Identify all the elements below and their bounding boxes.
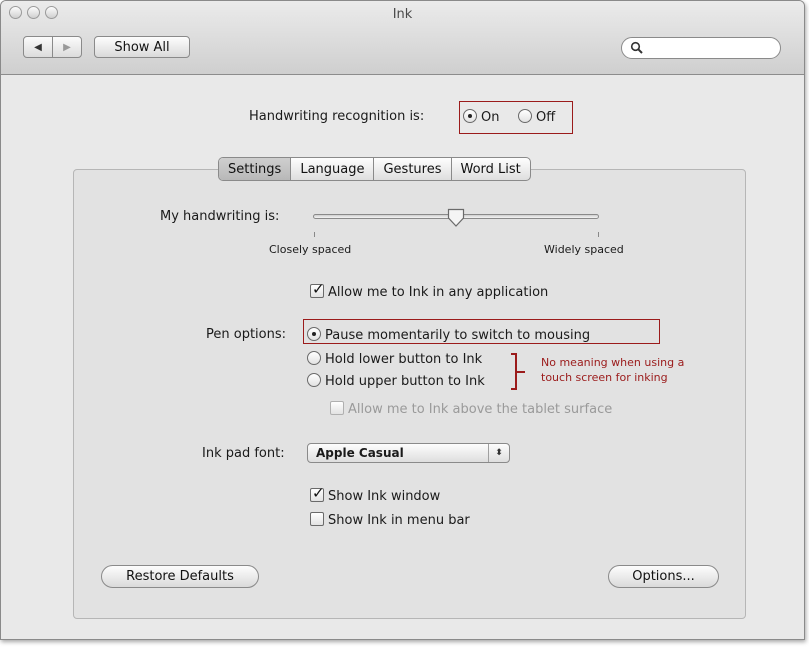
above-tablet-label: Allow me to Ink above the tablet surface — [348, 402, 613, 417]
annotation-note: No meaning when using a touch screen for… — [541, 355, 684, 385]
radio-unselected-icon — [307, 373, 321, 387]
checkbox-disabled-icon — [330, 401, 344, 415]
pen-options-label: Pen options: — [206, 327, 287, 342]
slider-knob[interactable] — [447, 208, 465, 228]
checkbox-unchecked-icon — [310, 512, 324, 526]
slider-tick-left — [314, 232, 315, 237]
annotation-bracket-bottom — [511, 388, 516, 390]
popup-arrows-icon: ⬍ — [488, 444, 509, 462]
ink-pad-font-popup[interactable]: Apple Casual ⬍ — [307, 443, 510, 463]
checkbox-checked-icon — [310, 280, 325, 298]
show-ink-menu-bar-label: Show Ink in menu bar — [328, 513, 470, 528]
back-arrow-icon[interactable]: ◀ — [24, 37, 52, 57]
tab-gestures[interactable]: Gestures — [373, 158, 450, 180]
annotation-bracket-pointer — [516, 371, 525, 373]
back-forward-control: ◀ ▶ — [23, 36, 82, 58]
show-ink-window-label: Show Ink window — [328, 489, 441, 504]
ink-pad-font-label: Ink pad font: — [202, 446, 285, 461]
checkbox-checked-icon — [310, 484, 325, 502]
recognition-label: Handwriting recognition is: — [249, 109, 425, 124]
pen-option-highlight-box — [303, 319, 660, 344]
preferences-content: Handwriting recognition is: On Off Setti… — [1, 75, 804, 639]
ink-pad-font-value: Apple Casual — [316, 446, 404, 460]
show-ink-menu-bar-checkbox[interactable]: Show Ink in menu bar — [310, 512, 470, 528]
annotation-bracket-top — [511, 353, 516, 355]
above-tablet-checkbox[interactable]: Allow me to Ink above the tablet surface — [330, 401, 612, 417]
search-icon — [630, 41, 644, 59]
allow-any-app-checkbox[interactable]: Allow me to Ink in any application — [310, 280, 549, 300]
tab-settings[interactable]: Settings — [219, 158, 291, 180]
title-bar: Ink ◀ ▶ Show All — [1, 1, 804, 75]
pen-option-upper-radio[interactable]: Hold upper button to Ink — [307, 373, 485, 389]
restore-defaults-button[interactable]: Restore Defaults — [101, 565, 259, 588]
slider-left-label: Closely spaced — [269, 243, 352, 256]
tab-language[interactable]: Language — [290, 158, 373, 180]
forward-arrow-icon[interactable]: ▶ — [52, 37, 81, 57]
search-field[interactable] — [621, 37, 781, 59]
handwriting-spacing-label: My handwriting is: — [160, 209, 280, 224]
allow-any-app-label: Allow me to Ink in any application — [328, 285, 549, 300]
show-all-button[interactable]: Show All — [94, 36, 190, 58]
recognition-highlight-box — [459, 101, 573, 134]
settings-panel — [73, 169, 746, 619]
tab-word-list[interactable]: Word List — [450, 158, 530, 180]
annotation-note-line-1: No meaning when using a — [541, 356, 685, 369]
pen-option-upper-label: Hold upper button to Ink — [325, 374, 485, 389]
radio-unselected-icon — [307, 351, 321, 365]
pen-option-lower-label: Hold lower button to Ink — [325, 352, 483, 367]
show-ink-window-checkbox[interactable]: Show Ink window — [310, 484, 441, 504]
options-button[interactable]: Options... — [608, 565, 719, 588]
pen-option-lower-radio[interactable]: Hold lower button to Ink — [307, 351, 482, 367]
tab-bar: Settings Language Gestures Word List — [218, 157, 531, 181]
annotation-note-line-2: touch screen for inking — [541, 371, 668, 384]
slider-right-label: Widely spaced — [544, 243, 624, 256]
slider-tick-right — [598, 232, 599, 237]
preferences-window: Ink ◀ ▶ Show All Handwriting recognition… — [0, 0, 805, 640]
window-title: Ink — [392, 7, 413, 22]
